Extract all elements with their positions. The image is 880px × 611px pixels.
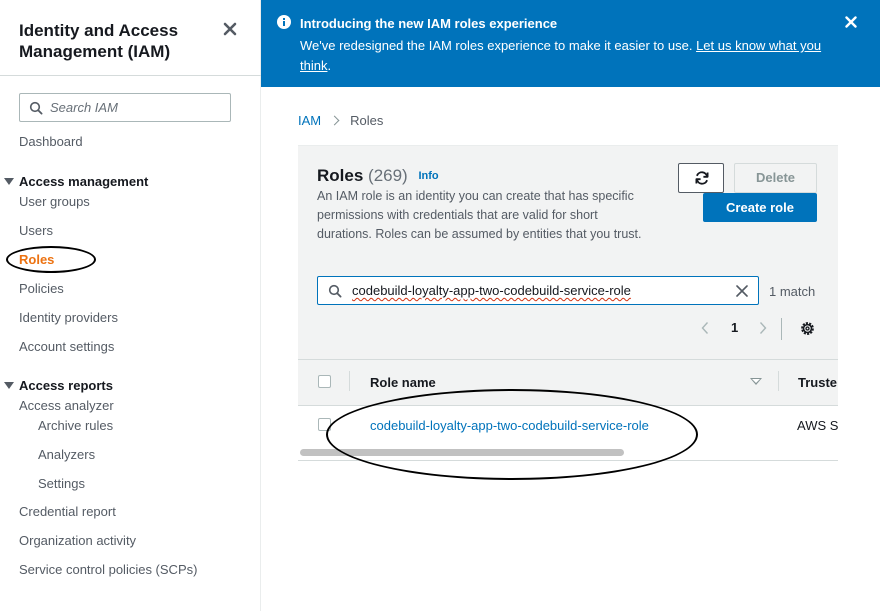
chevron-right-icon <box>329 115 340 126</box>
banner-period: . <box>327 58 332 73</box>
search-icon <box>29 101 43 115</box>
sidebar: Identity and Access Management (IAM) Das… <box>0 0 261 611</box>
roles-heading: Roles <box>317 166 364 185</box>
search-input[interactable] <box>50 97 225 118</box>
banner-text: We've redesigned the IAM roles experienc… <box>300 36 840 76</box>
section-label: Access management <box>19 174 149 189</box>
clear-icon[interactable] <box>736 285 748 297</box>
info-banner: Introducing the new IAM roles experience… <box>261 0 880 87</box>
sort-down-icon[interactable] <box>750 378 762 385</box>
sidebar-section-access-management[interactable]: Access management <box>4 174 148 190</box>
gear-icon[interactable] <box>800 321 815 336</box>
caret-down-icon <box>4 382 14 389</box>
filter-input[interactable]: codebuild-loyalty-app-two-codebuild-serv… <box>317 276 759 305</box>
section-label: Access reports <box>19 378 113 393</box>
column-header-trusted[interactable]: Truste <box>798 375 838 391</box>
pager-divider <box>781 318 782 340</box>
column-header-role-name[interactable]: Role name <box>370 375 436 391</box>
sidebar-item-users[interactable]: Users <box>19 223 53 239</box>
close-icon[interactable] <box>222 21 238 37</box>
info-link[interactable]: Info <box>418 170 438 182</box>
roles-description: An IAM role is an identity you can creat… <box>317 189 642 241</box>
page-number[interactable]: 1 <box>731 320 738 336</box>
sidebar-item-policies[interactable]: Policies <box>19 281 64 297</box>
annotation-circle-role <box>326 389 698 480</box>
refresh-button[interactable] <box>678 163 724 193</box>
annotation-circle-roles <box>6 246 96 273</box>
sidebar-search[interactable] <box>19 93 231 122</box>
sidebar-item-analyzers[interactable]: Analyzers <box>38 447 95 463</box>
column-separator <box>778 371 779 391</box>
caret-down-icon <box>4 178 14 185</box>
sidebar-divider <box>0 75 261 76</box>
breadcrumb: IAM Roles <box>298 113 383 129</box>
sidebar-item-identity-providers[interactable]: Identity providers <box>19 310 118 326</box>
breadcrumb-iam[interactable]: IAM <box>298 113 321 128</box>
table-divider <box>298 359 838 360</box>
sidebar-item-organization-activity[interactable]: Organization activity <box>19 533 136 549</box>
filter-value[interactable]: codebuild-loyalty-app-two-codebuild-serv… <box>352 283 631 299</box>
delete-button[interactable]: Delete <box>734 163 817 193</box>
sidebar-item-archive-rules[interactable]: Archive rules <box>38 418 113 434</box>
sidebar-item-settings[interactable]: Settings <box>38 476 85 492</box>
sidebar-title: Identity and Access Management (IAM) <box>19 21 179 61</box>
sidebar-item-credential-report[interactable]: Credential report <box>19 504 116 520</box>
sidebar-item-scps[interactable]: Service control policies (SCPs) <box>19 562 197 578</box>
info-icon <box>277 15 291 29</box>
chevron-right-icon[interactable] <box>758 321 768 335</box>
create-role-button[interactable]: Create role <box>703 193 817 222</box>
chevron-left-icon[interactable] <box>700 321 710 335</box>
column-separator <box>349 371 350 391</box>
sidebar-section-access-reports[interactable]: Access reports <box>4 378 113 394</box>
search-icon <box>328 284 342 298</box>
close-icon[interactable] <box>845 16 857 28</box>
sidebar-item-access-analyzer[interactable]: Access analyzer <box>19 398 114 414</box>
select-all-checkbox[interactable] <box>318 375 331 388</box>
sidebar-item-account-settings[interactable]: Account settings <box>19 339 114 355</box>
sidebar-item-dashboard[interactable]: Dashboard <box>19 134 83 150</box>
page-title: Roles (269) Info <box>317 166 439 186</box>
banner-title: Introducing the new IAM roles experience <box>300 16 558 31</box>
breadcrumb-current: Roles <box>350 113 384 128</box>
trusted-entity-cell: AWS S <box>797 418 838 433</box>
banner-body: We've redesigned the IAM roles experienc… <box>300 38 697 53</box>
roles-count: (269) <box>368 166 408 185</box>
match-count: 1 match <box>769 284 816 299</box>
sidebar-item-user-groups[interactable]: User groups <box>19 194 90 210</box>
refresh-icon <box>695 171 709 185</box>
